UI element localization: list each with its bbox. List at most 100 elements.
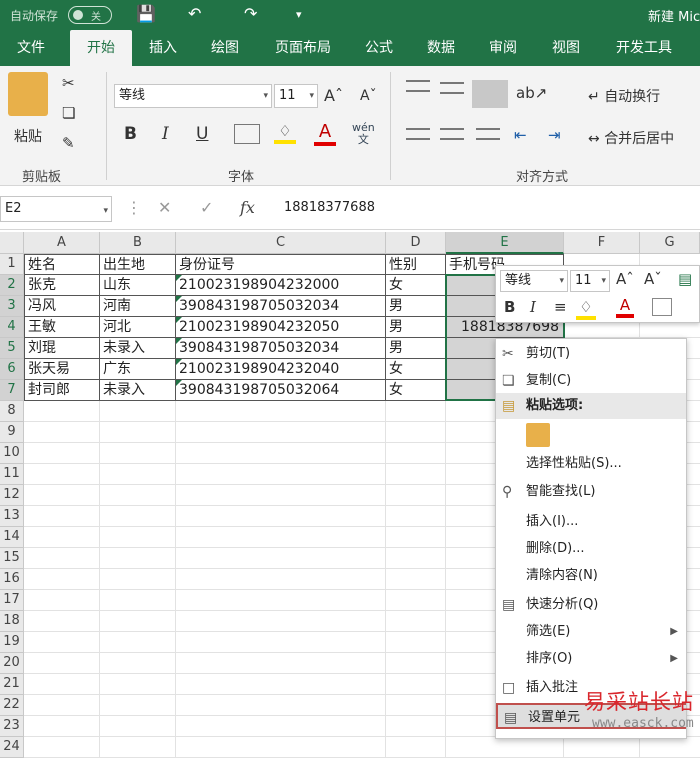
row-header[interactable]: 17 (0, 590, 24, 611)
row-header[interactable]: 24 (0, 737, 24, 758)
table-header-cell[interactable]: 身份证号 (176, 254, 386, 275)
row-header[interactable]: 1 (0, 254, 24, 275)
mini-bold-button[interactable]: B (504, 298, 515, 316)
orientation-icon[interactable]: ab↗ (516, 84, 547, 102)
column-header[interactable]: G (640, 232, 700, 254)
align-center-icon[interactable] (440, 128, 464, 140)
insert-function-icon[interactable]: fx (240, 198, 255, 217)
mini-fill-color-icon[interactable]: ♢ (576, 298, 596, 320)
mini-number-format-icon[interactable]: ▤ (678, 270, 692, 288)
autosave-toggle[interactable]: 关 (68, 6, 112, 24)
table-cell[interactable]: 冯风 (24, 296, 100, 317)
column-header[interactable]: F (564, 232, 640, 254)
row-header[interactable]: 8 (0, 401, 24, 422)
save-icon[interactable]: 💾 (136, 4, 156, 23)
table-cell[interactable]: 刘琨 (24, 338, 100, 359)
mini-font-select[interactable]: 等线 ▾ (500, 270, 568, 292)
row-header[interactable]: 3 (0, 296, 24, 317)
table-cell[interactable]: 390843198705032034 (176, 338, 386, 359)
table-cell[interactable]: 未录入 (100, 338, 176, 359)
table-cell[interactable]: 210023198904232000 (176, 275, 386, 296)
row-header[interactable]: 7 (0, 380, 24, 401)
merge-center-button[interactable]: ↔ 合并后居中 (588, 128, 674, 148)
row-header[interactable]: 22 (0, 695, 24, 716)
row-header[interactable]: 9 (0, 422, 24, 443)
bold-button[interactable]: B (124, 124, 137, 144)
table-cell[interactable]: 封司郎 (24, 380, 100, 401)
row-header[interactable]: 20 (0, 653, 24, 674)
mini-increase-font-icon[interactable]: Aˆ (616, 270, 634, 288)
font-name-select[interactable]: 等线 ▾ (114, 84, 272, 108)
mini-italic-button[interactable]: I (530, 298, 536, 316)
tab-file[interactable]: 文件 (6, 30, 56, 66)
name-box[interactable]: E2 ▾ (0, 196, 112, 222)
table-cell[interactable]: 广东 (100, 359, 176, 380)
table-cell[interactable]: 男 (386, 317, 446, 338)
fill-color-icon[interactable]: ♢ (274, 122, 296, 144)
customize-toolbar-icon[interactable]: ▾ (296, 8, 302, 21)
table-cell[interactable]: 男 (386, 296, 446, 317)
row-header[interactable]: 11 (0, 464, 24, 485)
align-top-icon[interactable] (406, 80, 430, 92)
menu-item-delete[interactable]: 删除(D)... (496, 536, 686, 562)
row-header[interactable]: 19 (0, 632, 24, 653)
font-color-icon[interactable]: A (314, 121, 336, 146)
decrease-font-icon[interactable]: Aˇ (360, 88, 377, 104)
redo-icon[interactable]: ↷ (244, 4, 257, 23)
row-header[interactable]: 12 (0, 485, 24, 506)
copy-icon[interactable]: ❏ (62, 104, 75, 122)
format-painter-icon[interactable]: ✎ (62, 134, 75, 152)
paste-option-icon[interactable] (526, 423, 550, 447)
enter-icon[interactable]: ✓ (200, 198, 213, 217)
table-cell[interactable]: 210023198904232040 (176, 359, 386, 380)
cut-icon[interactable]: ✂ (62, 74, 75, 92)
table-cell[interactable]: 男 (386, 338, 446, 359)
align-bottom-icon[interactable] (472, 80, 508, 108)
underline-button[interactable]: U (196, 124, 208, 144)
table-cell[interactable]: 张天易 (24, 359, 100, 380)
column-header-selected[interactable]: E (446, 232, 564, 254)
menu-item-paste-special[interactable]: 选择性粘贴(S)... (496, 451, 686, 477)
border-icon[interactable] (234, 124, 260, 144)
row-header[interactable]: 4 (0, 317, 24, 338)
select-all-corner[interactable] (0, 232, 24, 254)
menu-item-insert[interactable]: 插入(I)... (496, 509, 686, 535)
menu-item-copy[interactable]: ❏ 复制(C) (496, 368, 686, 394)
mini-decrease-font-icon[interactable]: Aˇ (644, 270, 662, 288)
tab-insert[interactable]: 插入 (140, 30, 186, 66)
tab-data[interactable]: 数据 (418, 30, 464, 66)
table-header-cell[interactable]: 出生地 (100, 254, 176, 275)
tab-formulas[interactable]: 公式 (356, 30, 402, 66)
increase-indent-icon[interactable]: ⇥ (548, 126, 561, 144)
tab-home[interactable]: 开始 (70, 30, 132, 66)
paste-icon[interactable] (8, 72, 48, 116)
tab-review[interactable]: 审阅 (480, 30, 526, 66)
row-header[interactable]: 13 (0, 506, 24, 527)
row-header[interactable]: 16 (0, 569, 24, 590)
phonetic-icon[interactable]: wén 文 (352, 122, 375, 146)
decrease-indent-icon[interactable]: ⇤ (514, 126, 527, 144)
align-middle-icon[interactable] (440, 82, 464, 94)
undo-icon[interactable]: ↶ (188, 4, 201, 23)
row-header[interactable]: 21 (0, 674, 24, 695)
table-header-cell[interactable]: 性别 (386, 254, 446, 275)
table-cell[interactable]: 女 (386, 359, 446, 380)
table-cell[interactable]: 河北 (100, 317, 176, 338)
wrap-text-button[interactable]: ↵ 自动换行 (588, 86, 660, 106)
table-cell[interactable]: 女 (386, 380, 446, 401)
mini-align-icon[interactable]: ≡ (554, 298, 567, 316)
menu-item-sort[interactable]: 排序(O) ▶ (496, 646, 686, 672)
row-header[interactable]: 23 (0, 716, 24, 737)
row-header[interactable]: 18 (0, 611, 24, 632)
table-cell[interactable]: 山东 (100, 275, 176, 296)
table-cell[interactable]: 210023198904232050 (176, 317, 386, 338)
column-header[interactable]: C (176, 232, 386, 254)
menu-item-filter[interactable]: 筛选(E) ▶ (496, 619, 686, 645)
row-header[interactable]: 2 (0, 275, 24, 296)
mini-font-color-icon[interactable]: A (616, 296, 634, 318)
tab-view[interactable]: 视图 (543, 30, 589, 66)
menu-item-cut[interactable]: ✂ 剪切(T) (496, 341, 686, 367)
tab-page-layout[interactable]: 页面布局 (268, 30, 338, 66)
cancel-icon[interactable]: ✕ (158, 198, 171, 217)
menu-item-quick-analysis[interactable]: ▤ 快速分析(Q) (496, 592, 686, 618)
